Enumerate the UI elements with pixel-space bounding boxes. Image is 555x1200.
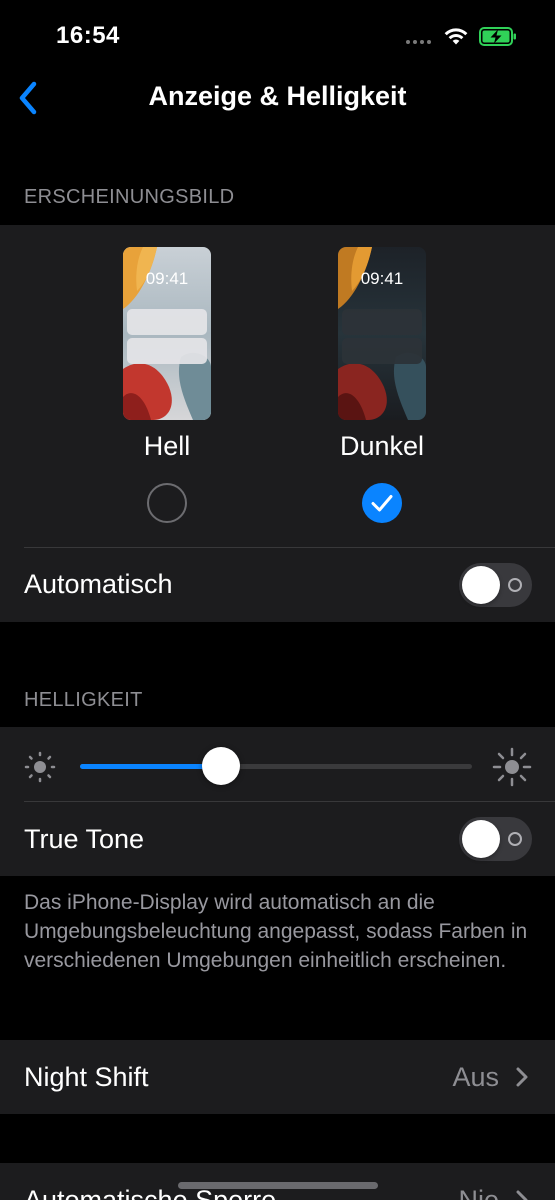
status-time: 16:54 <box>56 22 120 49</box>
brightness-group: True Tone <box>0 727 555 876</box>
brightness-header: HELLIGKEIT <box>24 689 143 711</box>
auto-lock-value: Nie <box>458 1185 499 1200</box>
toggle-off-indicator <box>508 578 522 592</box>
sun-large-icon <box>492 747 532 787</box>
night-shift-value: Aus <box>452 1062 499 1092</box>
brightness-slider[interactable] <box>80 747 472 785</box>
sun-small-icon <box>24 751 56 783</box>
signal-icon <box>406 40 436 45</box>
appearance-option-dark[interactable]: 09:41 Dunkel <box>317 225 447 545</box>
night-shift-row[interactable]: Night Shift Aus <box>0 1040 555 1114</box>
light-preview-time: 09:41 <box>145 269 189 288</box>
dark-radio-button[interactable] <box>362 483 402 523</box>
chevron-right-icon <box>516 1190 528 1200</box>
dark-preview-time: 09:41 <box>360 269 404 288</box>
toggle-knob <box>462 820 500 858</box>
appearance-option-light[interactable]: 09:41 Hell <box>102 225 232 545</box>
checkmark-icon <box>371 495 393 512</box>
navigation-bar: Anzeige & Helligkeit <box>0 72 555 124</box>
dark-option-label: Dunkel <box>339 431 425 461</box>
automatic-toggle[interactable] <box>459 563 532 607</box>
light-preview-image: 09:41 <box>123 247 211 420</box>
separator <box>24 547 555 548</box>
separator <box>24 801 555 802</box>
chevron-right-icon <box>516 1067 528 1087</box>
toggle-knob <box>462 566 500 604</box>
wifi-icon <box>444 28 468 45</box>
light-radio-button[interactable] <box>147 483 187 523</box>
appearance-group: 09:41 Hell 09:41 Dunkel Automatisch <box>0 225 555 622</box>
page-title: Anzeige & Helligkeit <box>148 81 407 111</box>
automatic-label: Automatisch <box>24 569 173 599</box>
night-shift-label: Night Shift <box>24 1062 149 1092</box>
true-tone-footnote: Das iPhone-Display wird automatisch an d… <box>24 891 528 972</box>
home-indicator[interactable] <box>178 1182 378 1189</box>
status-bar: 16:54 <box>0 0 555 72</box>
appearance-header: ERSCHEINUNGSBILD <box>24 186 235 208</box>
slider-thumb[interactable] <box>202 747 241 785</box>
true-tone-label: True Tone <box>24 824 145 854</box>
slider-fill <box>80 764 222 769</box>
toggle-off-indicator <box>508 832 522 846</box>
light-option-label: Hell <box>143 431 191 461</box>
true-tone-toggle[interactable] <box>459 817 532 861</box>
dark-preview-image: 09:41 <box>338 247 426 420</box>
settings-screen: 16:54 Anzeige & Helligkeit ERSCHEINUNGSB… <box>0 0 555 1200</box>
battery-charging-icon <box>479 27 516 46</box>
